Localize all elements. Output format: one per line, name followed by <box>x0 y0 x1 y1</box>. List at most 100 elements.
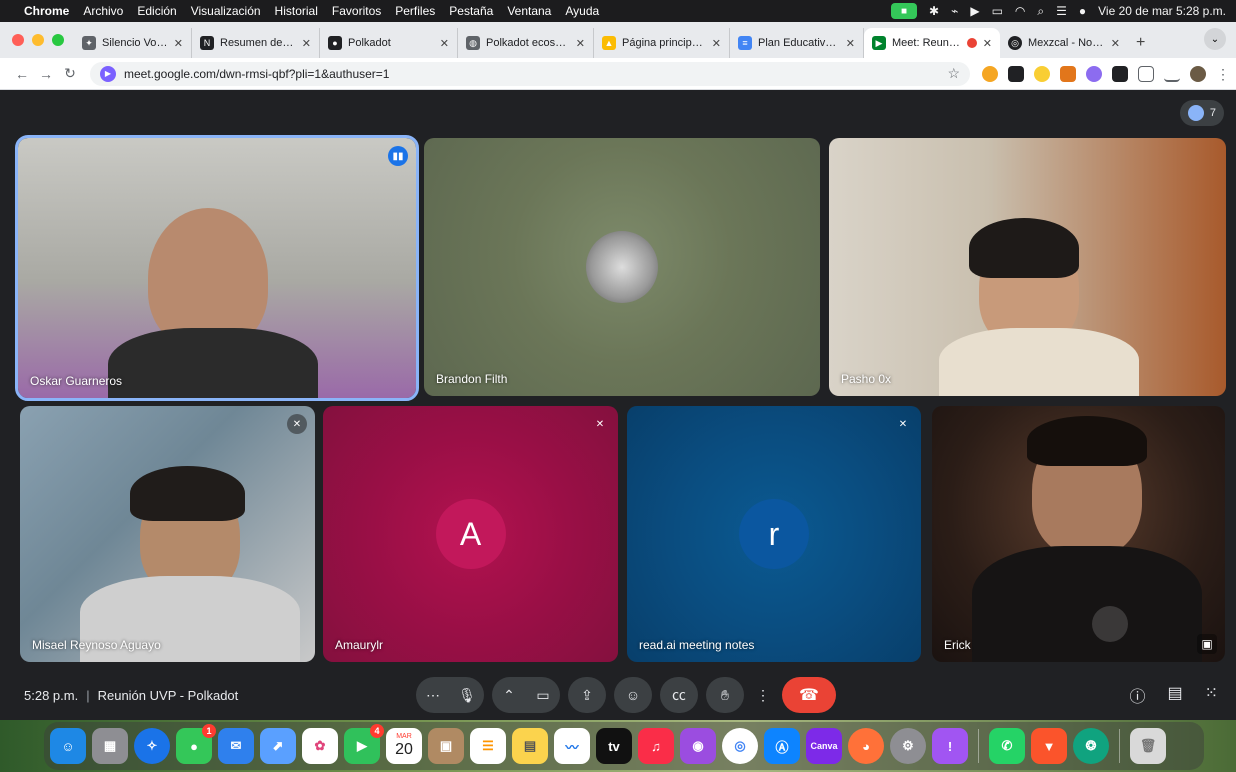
bluetooth-icon[interactable]: ✱ <box>929 4 939 18</box>
forward-arrow-icon[interactable]: → <box>34 66 58 82</box>
menu-historial[interactable]: Historial <box>275 4 318 18</box>
extension-purple-icon[interactable] <box>1086 65 1102 82</box>
tab-resumen-polkadot[interactable]: N Resumen de Polkad ✕ <box>192 28 320 58</box>
zoom-window-icon[interactable] <box>52 34 64 46</box>
reload-icon[interactable]: ↻ <box>58 65 82 82</box>
system-settings-icon[interactable]: ⚙ <box>890 728 926 764</box>
tab-plan-educativo[interactable]: ≡ Plan Educativo by P ✕ <box>730 28 864 58</box>
close-tab-icon[interactable]: ✕ <box>1111 37 1120 50</box>
safari-icon[interactable]: ✧ <box>134 728 170 764</box>
finder-icon[interactable]: ☺ <box>50 728 86 764</box>
activities-grid-icon[interactable]: ⁙ <box>1205 683 1218 707</box>
app-store-icon[interactable]: Ⓐ <box>764 728 800 764</box>
new-tab-icon[interactable]: + <box>1128 34 1153 58</box>
present-screen-icon[interactable]: ⇪ <box>568 677 606 713</box>
close-tab-icon[interactable]: ✕ <box>302 37 311 50</box>
site-info-icon[interactable]: ▶ <box>100 65 116 82</box>
tab-silencio-voice-ai[interactable]: ✦ Silencio Voice AI ✕ <box>74 28 192 58</box>
calendar-icon[interactable]: MAR 20 <box>386 728 422 764</box>
close-tab-icon[interactable]: ✕ <box>440 37 449 50</box>
captions-icon[interactable]: ㏄ <box>660 677 698 713</box>
menu-ayuda[interactable]: Ayuda <box>565 4 599 18</box>
feedback-assistant-icon[interactable]: ! <box>932 728 968 764</box>
metamask-icon[interactable] <box>1060 65 1076 82</box>
tab-polkadot-ecosystem[interactable]: ◍ Polkadot ecosystem ✕ <box>458 28 594 58</box>
chatgpt-icon[interactable]: ❂ <box>1073 728 1109 764</box>
play-icon[interactable]: ▶ <box>970 4 979 18</box>
menu-archivo[interactable]: Archivo <box>83 4 123 18</box>
back-arrow-icon[interactable]: ← <box>10 66 34 82</box>
wifi-extra-icon[interactable]: ⌁ <box>951 4 958 18</box>
extension-box-icon[interactable] <box>1112 65 1128 82</box>
facetime-icon[interactable]: ▶ 4 <box>344 724 384 764</box>
close-tab-icon[interactable]: ✕ <box>712 37 721 50</box>
participant-tile-misael[interactable]: ✕ Misael Reynoso Aguayo <box>20 406 315 662</box>
meeting-details-info-icon[interactable]: ⓘ <box>1129 683 1145 707</box>
profile-avatar[interactable] <box>1190 65 1206 82</box>
wifi-icon[interactable]: ◠ <box>1015 4 1025 18</box>
close-tab-icon[interactable]: ✕ <box>174 37 183 50</box>
participant-tile-erick[interactable]: Erick ▣ <box>932 406 1225 662</box>
participant-tile-amaurylr[interactable]: ✕ A Amaurylr <box>323 406 618 662</box>
participant-tile-pasho[interactable]: Pasho 0x <box>829 138 1226 396</box>
firefox-icon[interactable]: ◕ <box>848 728 884 764</box>
audio-options-icon[interactable]: ⋯ <box>416 677 450 713</box>
podcasts-icon[interactable]: ◉ <box>680 728 716 764</box>
extension-orange-icon[interactable] <box>982 65 998 82</box>
tab-pagina-principal[interactable]: ▲ Página principal - G ✕ <box>594 28 730 58</box>
menu-ventana[interactable]: Ventana <box>507 4 551 18</box>
canva-icon[interactable]: Canva <box>806 728 842 764</box>
extension-sun-icon[interactable] <box>1034 65 1050 82</box>
menu-pestana[interactable]: Pestaña <box>449 4 493 18</box>
extensions-puzzle-icon[interactable] <box>1138 65 1154 82</box>
emoji-reaction-icon[interactable]: ☺ <box>614 677 652 713</box>
minimize-window-icon[interactable] <box>32 34 44 46</box>
launchpad-icon[interactable]: ▦ <box>92 728 128 764</box>
mail-icon[interactable]: ✉ <box>218 728 254 764</box>
photos-icon[interactable]: ✿ <box>302 728 338 764</box>
close-window-icon[interactable] <box>12 34 24 46</box>
participant-tile-brandon[interactable]: Brandon Filth <box>424 138 820 396</box>
maps-icon[interactable]: ⬈ <box>260 728 296 764</box>
notes-icon[interactable]: ▤ <box>512 728 548 764</box>
music-icon[interactable]: ♫ <box>638 728 674 764</box>
tab-polkadot[interactable]: ● Polkadot ✕ <box>320 28 458 58</box>
battery-icon[interactable]: ▭ <box>992 4 1003 18</box>
participant-tile-readai[interactable]: ✕ r read.ai meeting notes <box>627 406 921 662</box>
close-tab-icon[interactable]: ✕ <box>576 37 585 50</box>
menu-visualizacion[interactable]: Visualización <box>191 4 261 18</box>
chrome-menu-icon[interactable]: ⋮ <box>1216 65 1230 82</box>
reminders-icon[interactable]: ☰ <box>470 728 506 764</box>
chrome-icon[interactable]: ◎ <box>722 728 758 764</box>
camera-icon[interactable]: ▭ <box>526 677 560 713</box>
menu-app-name[interactable]: Chrome <box>24 4 69 18</box>
leave-call-icon[interactable]: ☎︎ <box>782 677 836 713</box>
menu-favoritos[interactable]: Favoritos <box>332 4 381 18</box>
apple-tv-icon[interactable]: tv <box>596 728 632 764</box>
picture-in-picture-icon[interactable]: ▣ <box>1197 634 1217 654</box>
tab-meet-reunion[interactable]: ▶ Meet: Reunión U ✕ <box>864 28 1000 58</box>
menu-edicion[interactable]: Edición <box>137 4 176 18</box>
extension-dark-icon[interactable] <box>1008 65 1024 82</box>
bookmark-star-icon[interactable]: ☆ <box>947 65 960 82</box>
contacts-icon[interactable]: ▣ <box>428 728 464 764</box>
trash-icon[interactable]: 🗑︎ <box>1130 728 1166 764</box>
more-options-icon[interactable]: ⋮ <box>752 677 774 713</box>
microphone-icon[interactable]: 🎙︎ <box>450 677 484 713</box>
address-bar[interactable]: ▶ meet.google.com/dwn-rmsi-qbf?pli=1&aut… <box>90 61 970 86</box>
spotlight-search-icon[interactable]: ⌕ <box>1037 4 1044 19</box>
siri-icon[interactable]: ● <box>1079 4 1086 18</box>
close-tab-icon[interactable]: ✕ <box>983 37 992 50</box>
raise-hand-icon[interactable]: ✋︎ <box>706 677 744 713</box>
participants-button[interactable]: 7 <box>1179 100 1224 126</box>
reading-list-icon[interactable] <box>1164 65 1180 82</box>
brave-icon[interactable]: ▼ <box>1031 728 1067 764</box>
close-tab-icon[interactable]: ✕ <box>846 37 855 50</box>
menu-perfiles[interactable]: Perfiles <box>395 4 435 18</box>
tab-mexzcal-notebook[interactable]: ◎ Mexzcal - Noteboo ✕ <box>1000 28 1128 58</box>
screen-recording-icon[interactable]: ■ <box>891 3 918 19</box>
chat-icon[interactable]: ▤ <box>1167 683 1182 707</box>
freeform-icon[interactable]: 〰 <box>554 728 590 764</box>
tab-search-chevron-icon[interactable]: ⌄ <box>1204 28 1226 50</box>
menubar-clock[interactable]: Vie 20 de mar 5:28 p.m. <box>1098 4 1226 18</box>
